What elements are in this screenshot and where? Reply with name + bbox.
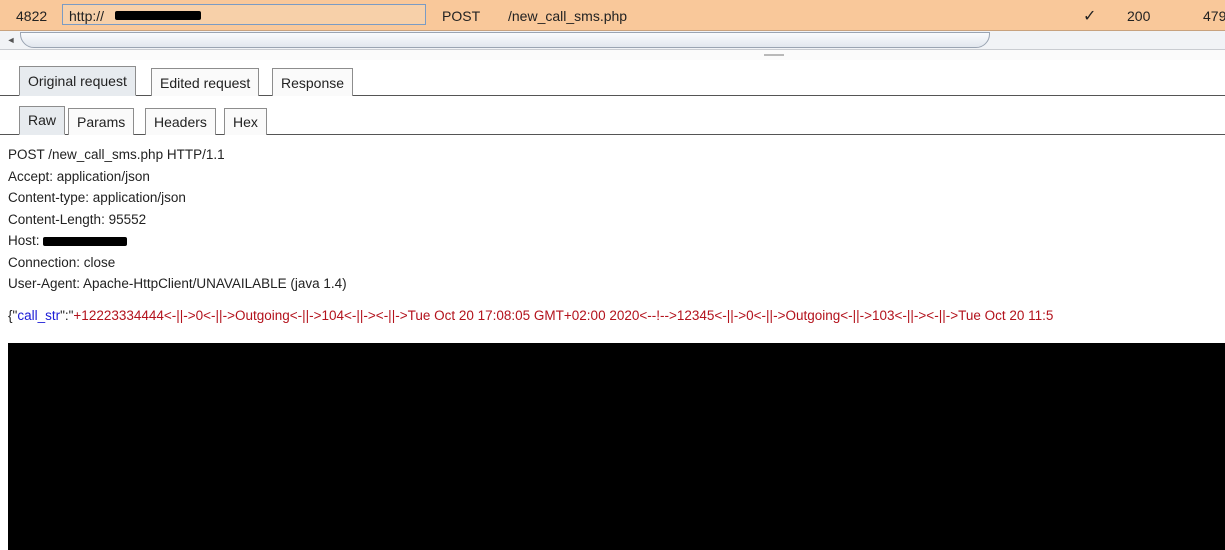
history-row-selected[interactable]: 4822 http:// POST /new_call_sms.php ✓ 20…: [0, 0, 1225, 31]
edited-check-icon: ✓: [1083, 8, 1097, 25]
pane-splitter[interactable]: [0, 50, 1225, 60]
status-cell: 200: [1127, 8, 1151, 24]
tab-headers[interactable]: Headers: [145, 108, 216, 135]
header-host: Host:: [8, 230, 1225, 252]
tab-params[interactable]: Params: [68, 108, 135, 135]
tab-hex[interactable]: Hex: [224, 108, 267, 135]
json-open: {": [8, 307, 18, 323]
raw-request-editor[interactable]: POST /new_call_sms.php HTTP/1.1 Accept: …: [8, 144, 1225, 334]
header-content-length: Content-Length: 95552: [8, 211, 147, 227]
tab-response[interactable]: Response: [272, 68, 354, 96]
splitter-grip-icon[interactable]: [764, 54, 784, 56]
json-separator: ":": [60, 307, 74, 323]
length-cell: 479: [1203, 8, 1225, 24]
json-value: +12223334444<-||->0<-||->Outgoing<-||->1…: [73, 307, 1054, 323]
request-line: POST /new_call_sms.php HTTP/1.1: [8, 147, 225, 162]
tab-raw[interactable]: Raw: [19, 106, 66, 135]
header-user-agent: User-Agent: Apache-HttpClient/UNAVAILABL…: [8, 276, 347, 291]
tab-edited-request[interactable]: Edited request: [151, 68, 260, 96]
host-label: Host:: [8, 233, 44, 248]
request-body: {"call_str":"+12223334444<-||->0<-||->Ou…: [8, 305, 1225, 327]
horizontal-scrollbar[interactable]: ◄: [0, 31, 1225, 50]
scroll-thumb[interactable]: [20, 32, 990, 48]
request-tabs: Original request Edited request Response: [0, 64, 1225, 96]
host-cell[interactable]: http://: [62, 4, 426, 25]
header-accept: Accept: application/json: [8, 168, 150, 184]
method-cell: POST: [442, 8, 481, 24]
redacted-host: [115, 11, 201, 20]
header-connection: Connection: close: [8, 254, 116, 270]
url-cell: /new_call_sms.php: [508, 8, 628, 24]
redacted-host-value: [43, 236, 128, 246]
redacted-content-block: [8, 343, 1225, 550]
scroll-left-arrow-icon[interactable]: ◄: [4, 33, 18, 47]
header-content-type: Content-type: application/json: [8, 190, 186, 205]
row-number: 4822: [16, 8, 48, 24]
tab-original-request[interactable]: Original request: [19, 66, 136, 96]
view-tabs: Raw Params Headers Hex: [0, 104, 1225, 135]
json-key: call_str: [17, 307, 61, 323]
host-prefix: http://: [69, 8, 105, 24]
